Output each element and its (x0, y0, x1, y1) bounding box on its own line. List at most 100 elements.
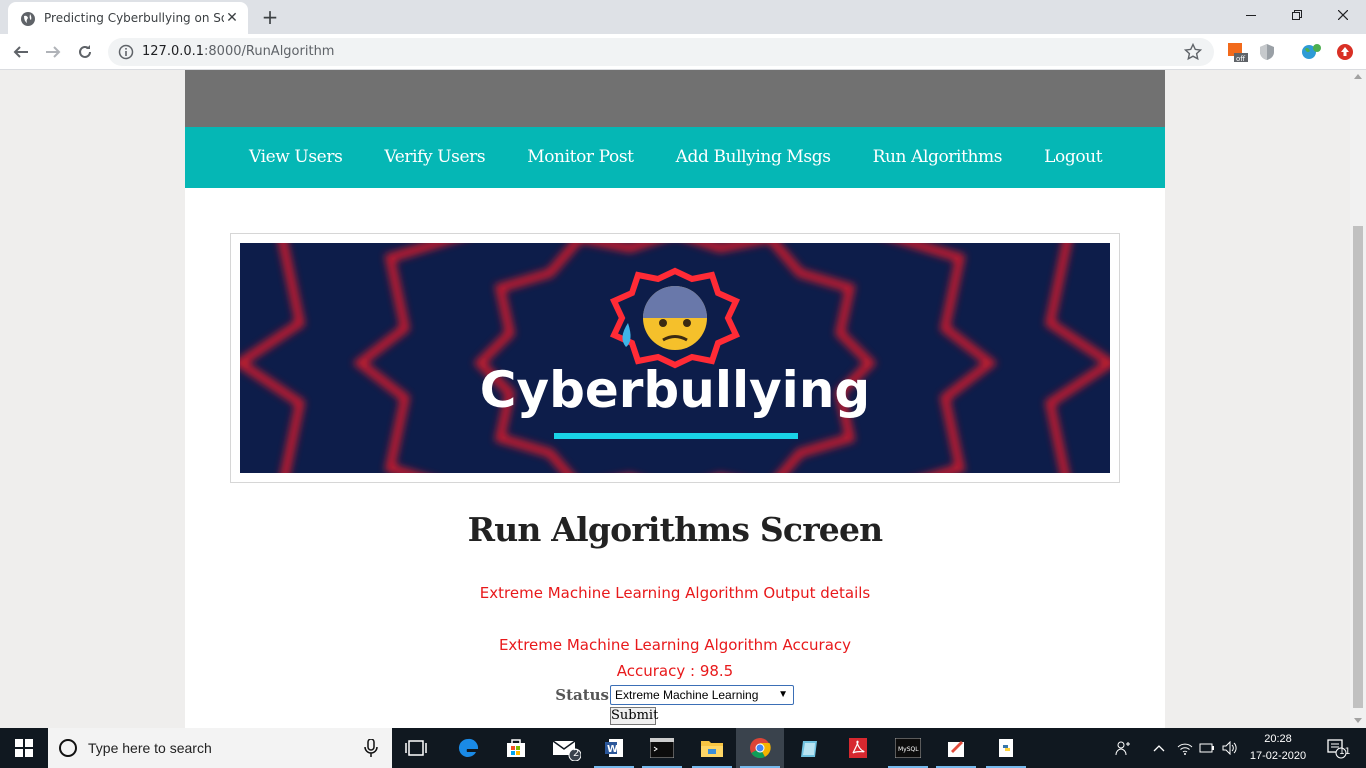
main-menu: View Users Verify Users Monitor Post Add… (185, 127, 1165, 188)
volume-icon[interactable] (1220, 728, 1240, 768)
taskbar-notes-app[interactable] (786, 728, 834, 768)
shield-icon[interactable] (1258, 43, 1276, 61)
reload-icon (79, 45, 91, 58)
page-scrollbar[interactable] (1350, 70, 1366, 728)
back-button[interactable] (10, 41, 32, 63)
chevron-up-icon (1153, 745, 1165, 752)
task-view-button[interactable] (392, 728, 440, 768)
svg-text:W: W (607, 744, 618, 755)
tab-close-icon[interactable]: ✕ (224, 10, 240, 26)
taskbar-search-box[interactable]: Type here to search (48, 728, 392, 768)
taskbar-edge[interactable] (444, 728, 492, 768)
minimize-button[interactable] (1228, 0, 1274, 30)
clock-time: 20:28 (1264, 733, 1292, 745)
svg-text:MySQL: MySQL (898, 746, 919, 753)
battery-icon[interactable] (1198, 728, 1216, 768)
svg-text:off: off (1236, 55, 1245, 63)
volume-icon (1222, 741, 1237, 755)
menu-monitor-post[interactable]: Monitor Post (527, 127, 634, 188)
reload-button[interactable] (74, 41, 96, 63)
info-icon[interactable] (118, 44, 134, 60)
search-icon (59, 739, 77, 757)
tray-chevron-up-icon[interactable] (1150, 728, 1168, 768)
update-icon (1337, 44, 1353, 60)
status-select[interactable]: Extreme Machine Learning ▼ (610, 685, 794, 705)
word-icon: W (605, 739, 623, 757)
menu-view-users[interactable]: View Users (249, 127, 343, 188)
close-icon (1338, 10, 1348, 20)
output-details-title: Extreme Machine Learning Algorithm Outpu… (479, 584, 871, 602)
extension-off-icon: off (1228, 43, 1248, 63)
scroll-down-icon[interactable] (1354, 718, 1362, 723)
battery-icon (1199, 743, 1214, 753)
clock-date: 17-02-2020 (1249, 750, 1307, 762)
scroll-thumb[interactable] (1353, 226, 1363, 708)
windows-taskbar: Type here to search 2 W MySQL 20:28 17-0… (0, 728, 1366, 768)
arrow-right-icon (46, 46, 61, 58)
menu-add-bullying-msgs[interactable]: Add Bullying Msgs (676, 127, 831, 188)
terminal-icon (650, 738, 674, 758)
taskbar-mysql[interactable]: MySQL (884, 728, 932, 768)
taskbar-store[interactable] (492, 728, 540, 768)
taskbar-paint[interactable] (932, 728, 980, 768)
wifi-icon (1177, 743, 1193, 755)
forward-button[interactable] (42, 41, 64, 63)
task-view-icon (405, 740, 427, 756)
new-tab-button[interactable]: + (258, 6, 282, 28)
wifi-icon[interactable] (1176, 728, 1194, 768)
banner-frame: Cyberbullying (230, 233, 1120, 483)
store-icon (507, 739, 525, 757)
taskbar-python[interactable] (982, 728, 1030, 768)
extension-globe-icon[interactable] (1302, 43, 1321, 61)
people-icon[interactable] (1112, 728, 1134, 768)
taskbar-acrobat[interactable] (834, 728, 882, 768)
url-host: 127.0.0.1 (142, 44, 205, 59)
people-icon (1115, 741, 1130, 756)
taskbar-cmd[interactable] (638, 728, 686, 768)
python-icon (999, 739, 1013, 757)
accuracy-title: Extreme Machine Learning Algorithm Accur… (498, 636, 852, 654)
browser-toolbar: 127.0.0.1:8000/RunAlgorithm off (0, 34, 1366, 70)
address-bar[interactable]: 127.0.0.1:8000/RunAlgorithm (108, 38, 1214, 66)
taskbar-clock[interactable]: 20:28 17-02-2020 (1248, 731, 1308, 765)
browser-tab-bar: Predicting Cyberbullying on Social ✕ + (0, 0, 1366, 34)
notification-count: 11 (1339, 747, 1351, 757)
submit-button[interactable]: Submit (610, 707, 658, 725)
browser-tab[interactable]: Predicting Cyberbullying on Social ✕ (8, 2, 248, 34)
pdf-icon (849, 738, 867, 758)
page-title: Run Algorithms Screen (467, 510, 884, 549)
close-window-button[interactable] (1320, 0, 1366, 30)
accuracy-value: Accuracy : 98.5 (616, 662, 734, 680)
scroll-up-icon[interactable] (1354, 74, 1362, 79)
taskbar-mail[interactable]: 2 (542, 728, 590, 768)
menu-logout[interactable]: Logout (1044, 127, 1102, 188)
status-label: Status (555, 686, 609, 704)
header-band (185, 70, 1165, 127)
banner-text: Cyberbullying (480, 361, 870, 419)
arrow-left-icon (13, 46, 28, 58)
action-center-button[interactable]: 11 (1318, 728, 1354, 768)
star-icon[interactable] (1184, 43, 1202, 61)
search-placeholder: Type here to search (88, 740, 212, 756)
edge-icon (458, 738, 479, 757)
taskbar-explorer[interactable] (688, 728, 736, 768)
restore-button[interactable] (1274, 0, 1320, 30)
menu-run-algorithms[interactable]: Run Algorithms (873, 127, 1003, 188)
taskbar-chrome[interactable] (736, 728, 784, 768)
database-console-icon: MySQL (895, 738, 921, 758)
extension-globe-icon (1302, 44, 1321, 59)
status-selected-value: Extreme Machine Learning (615, 688, 759, 702)
dropdown-caret-icon: ▼ (778, 689, 788, 700)
start-button[interactable] (0, 728, 48, 768)
shield-icon (1260, 44, 1274, 60)
update-icon[interactable] (1336, 43, 1354, 61)
extension-off-icon[interactable]: off (1228, 43, 1248, 63)
restore-icon (1292, 10, 1302, 20)
taskbar-word[interactable]: W (590, 728, 638, 768)
url-text[interactable]: 127.0.0.1:8000/RunAlgorithm (142, 44, 334, 60)
microphone-icon[interactable] (364, 739, 378, 757)
globe-icon (21, 12, 35, 26)
tab-title: Predicting Cyberbullying on Social (44, 11, 224, 25)
mail-badge: 2 (573, 748, 580, 759)
menu-verify-users[interactable]: Verify Users (384, 127, 485, 188)
